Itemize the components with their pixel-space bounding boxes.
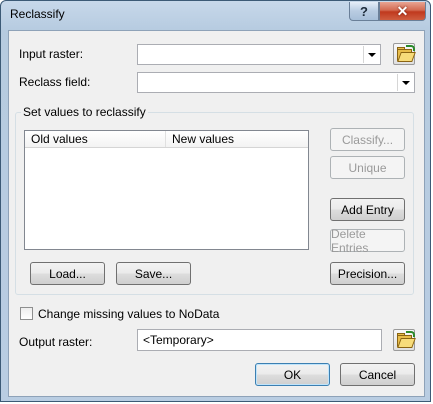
reclass-table-header: Old values New values xyxy=(25,131,308,148)
chevron-down-icon xyxy=(401,80,410,85)
open-folder-icon xyxy=(394,330,416,350)
input-raster-dropdown-button[interactable] xyxy=(363,46,379,63)
set-values-legend: Set values to reclassify xyxy=(21,105,148,119)
missing-values-checkbox[interactable] xyxy=(20,307,33,320)
reclass-table[interactable]: Old values New values xyxy=(24,130,309,250)
reclass-field-combo[interactable] xyxy=(137,72,415,93)
reclass-field-label: Reclass field: xyxy=(19,75,91,89)
help-button[interactable]: ? xyxy=(349,2,379,21)
input-raster-combo[interactable] xyxy=(137,44,381,65)
save-button[interactable]: Save... xyxy=(116,262,191,285)
window-title: Reclassify xyxy=(10,7,65,21)
chevron-down-icon xyxy=(367,52,376,57)
input-raster-label: Input raster: xyxy=(19,47,84,61)
reclass-field-dropdown-button[interactable] xyxy=(397,74,413,91)
dialog-body: Input raster: Reclass field: Set values … xyxy=(8,30,425,397)
column-header-old-values[interactable]: Old values xyxy=(25,131,166,147)
missing-values-label[interactable]: Change missing values to NoData xyxy=(38,307,219,321)
close-button[interactable]: ✕ xyxy=(379,2,426,21)
output-raster-browse-button[interactable] xyxy=(393,329,416,351)
input-raster-browse-button[interactable] xyxy=(393,43,416,65)
load-button[interactable]: Load... xyxy=(30,262,105,285)
output-raster-input[interactable]: <Temporary> xyxy=(137,329,382,351)
ok-button[interactable]: OK xyxy=(255,363,330,386)
open-folder-icon xyxy=(394,44,416,64)
precision-button[interactable]: Precision... xyxy=(330,262,405,285)
add-entry-button[interactable]: Add Entry xyxy=(330,198,405,221)
unique-button[interactable]: Unique xyxy=(330,156,405,179)
classify-button[interactable]: Classify... xyxy=(330,128,405,151)
column-header-new-values[interactable]: New values xyxy=(166,131,308,147)
output-raster-label: Output raster: xyxy=(19,335,93,349)
delete-entries-button[interactable]: Delete Entries xyxy=(330,227,405,255)
cancel-button[interactable]: Cancel xyxy=(340,363,415,386)
title-bar[interactable]: Reclassify ? ✕ xyxy=(1,1,430,29)
reclassify-dialog: Reclassify ? ✕ Input raster: Reclass fie… xyxy=(0,0,431,402)
